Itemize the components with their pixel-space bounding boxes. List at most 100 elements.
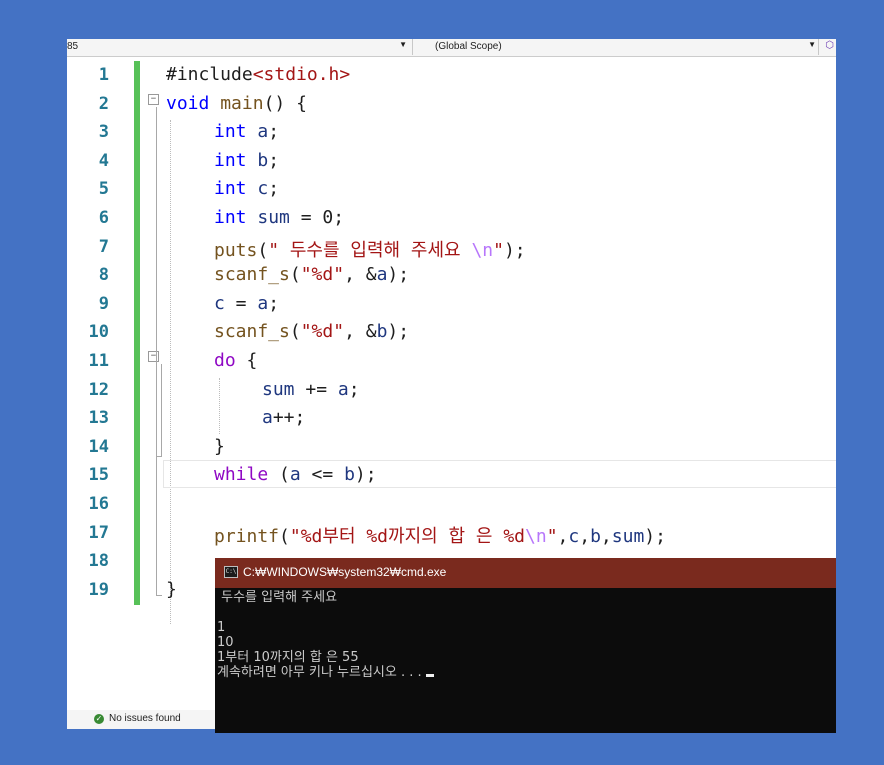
code-text: , & [344,321,377,343]
code-text: ( [257,239,269,261]
variable: c [568,525,580,547]
control-keyword: while [214,464,269,486]
code-text: , [557,525,569,547]
string-literal: "%d" [300,321,345,343]
code-text: ); [354,464,377,486]
variable: a [262,407,273,429]
scope-dropdown[interactable]: (Global Scope) ▼ [422,39,819,55]
keyword: int [214,149,247,171]
keyword: int [214,178,247,200]
member-icon[interactable]: ⬡ [825,40,834,51]
code-text: ( [279,525,290,547]
console-app-icon: C:\ [224,566,238,578]
keyword: int [214,207,247,228]
code-line: 14 } [67,433,836,461]
code-text: ; [268,178,280,200]
line-number: 3 [98,122,109,143]
line-code: c = a; [214,293,279,314]
code-text: <= [300,464,345,486]
check-circle-icon: ✓ [94,714,104,724]
variable: a [289,464,301,486]
variable: a [337,378,349,400]
line-number: 18 [88,551,109,572]
line-number: 8 [98,265,109,286]
console-output[interactable]: 두수를 입력해 주세요 1 10 1부터 10까지의 합 은 55 계속하려면 아무 키… [217,590,434,680]
function-name: scanf_s [214,264,290,286]
code-text: ; [268,149,280,171]
variable: a [376,264,388,286]
line-code: puts(" 두수를 입력해 주세요 \n"); [214,236,526,262]
code-line: 13 a++; [67,404,836,432]
line-number: 5 [98,179,109,200]
console-line: 두수를 입력해 주세요 [217,590,338,605]
line-code: void main() { [166,93,307,114]
line-number: 9 [98,293,109,314]
string-literal: " 두수를 입력해 주세요 [268,239,472,261]
include-directive: #include [166,64,253,85]
line-code: int b; [214,150,279,171]
code-text: , [579,525,591,547]
code-text: ( [289,264,301,286]
file-dropdown-value: 85 [67,41,79,52]
function-name: printf [214,525,280,547]
escape-sequence: \n [525,525,547,547]
code-line: 9 c = a; [67,290,836,318]
chevron-down-icon: ▼ [399,40,407,49]
code-line: 1 #include<stdio.h> [67,61,836,89]
console-line: 1부터 10까지의 합 은 55 [217,650,359,665]
code-line: 12 sum += a; [67,376,836,404]
line-code: } [166,578,177,600]
function-name: scanf_s [214,321,290,343]
code-text: ( [289,321,301,343]
line-number: 10 [88,322,109,343]
variable: c [257,178,269,200]
escape-sequence: \n [471,239,494,261]
console-title-bar[interactable]: C:\ C:₩WINDOWS₩system32₩cmd.exe [215,558,836,588]
code-line: 16 [67,490,836,518]
variable: sum [611,525,645,547]
line-number: 17 [88,522,109,543]
code-text: { [235,350,258,371]
string-literal: "%d" [300,264,345,286]
variable: sum [262,378,295,400]
function-name: main [220,92,264,114]
line-code: scanf_s("%d", &b); [214,321,409,342]
code-line: 3 int a; [67,118,836,146]
console-window[interactable]: C:\ C:₩WINDOWS₩system32₩cmd.exe 두수를 입력해 … [215,558,836,733]
line-number: 11 [88,351,109,371]
code-line: 2 void main() { [67,90,836,118]
code-line: 7 puts(" 두수를 입력해 주세요 \n"); [67,233,836,261]
string-literal: " [546,525,558,547]
code-text: , & [344,264,377,286]
line-code: sum += a; [262,379,360,400]
code-text: += [294,378,338,400]
variable: b [590,525,601,547]
line-code: int c; [214,178,279,199]
line-number: 16 [88,494,109,514]
console-line: 계속하려면 아무 키나 누르십시오 . . . [217,665,422,680]
line-number: 19 [88,579,109,600]
line-code: scanf_s("%d", &a); [214,264,409,285]
variable: c [214,292,225,314]
variable: b [257,149,269,171]
variable: a [257,121,269,143]
string-literal: "%d부터 %d까지의 합 은 %d [289,525,526,547]
line-code: do { [214,350,257,371]
code-line: 6 int sum = 0; [67,204,836,232]
console-line: 10 [217,635,234,650]
keyword: void [166,92,210,114]
code-text: ; [348,378,360,400]
control-keyword: do [214,350,236,371]
variable: b [376,321,388,343]
code-line: 5 int c; [67,175,836,203]
code-text: () { [263,92,307,114]
code-line: 10 scanf_s("%d", &b); [67,318,836,346]
line-code: a++; [262,407,305,428]
keyword: int [214,121,247,143]
file-dropdown[interactable]: 85 ▼ [67,39,413,55]
console-title: C:₩WINDOWS₩system32₩cmd.exe [243,565,447,579]
navigation-bar: 85 ▼ (Global Scope) ▼ ⬡ [67,39,836,57]
line-number: 15 [88,465,109,486]
status-text[interactable]: No issues found [109,713,181,724]
code-text: ); [503,239,526,261]
